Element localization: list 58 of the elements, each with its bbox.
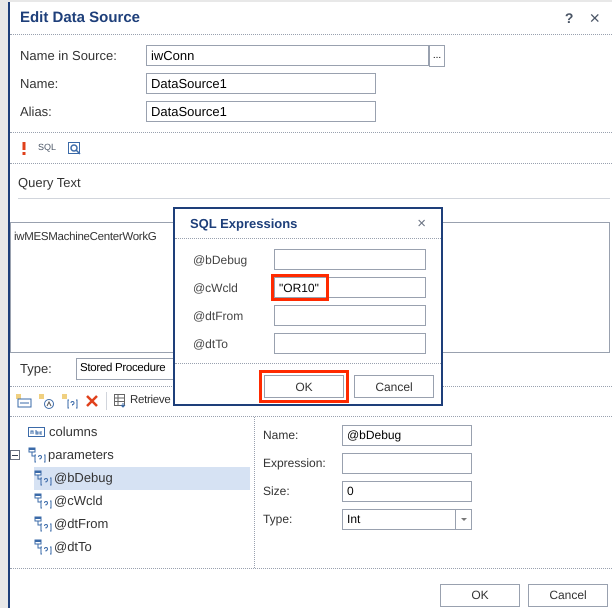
popup-title: SQL Expressions (190, 214, 298, 233)
browse-button[interactable]: ... (429, 44, 445, 66)
parameter-icon (34, 470, 52, 486)
sql-button[interactable]: SQL (38, 141, 56, 155)
type-label: Type: (20, 360, 53, 378)
expression-field[interactable]: "OR10" (274, 277, 426, 298)
field-label: Alias: (20, 102, 53, 121)
parameter-label: @dtTo (193, 336, 229, 352)
parameter-icon (34, 493, 52, 509)
collapse-toggle[interactable] (10, 450, 20, 460)
text-field[interactable]: DataSource1 (146, 73, 376, 94)
property-label: Type: (263, 511, 294, 528)
help-button[interactable]: ? (564, 8, 574, 28)
text-field[interactable]: DataSource1 (146, 101, 376, 122)
popup-button[interactable]: OK (264, 375, 344, 398)
dialog-button[interactable]: Cancel (528, 584, 608, 606)
highlight-frame (271, 274, 329, 301)
tree-item[interactable]: @cWcld (34, 490, 111, 512)
parameter-icon (34, 539, 52, 555)
parameter-icon (34, 516, 52, 532)
text-field[interactable]: 0 (342, 480, 472, 502)
parameter-label: @dtFrom (193, 308, 244, 324)
text-field[interactable] (342, 452, 472, 474)
type-select[interactable]: Int (342, 508, 472, 530)
tree-item[interactable]: columns (28, 420, 106, 444)
caret-icon (460, 518, 466, 520)
text-column-icon (28, 427, 45, 437)
add-parameter-icon[interactable] (62, 394, 78, 408)
tree-item[interactable]: @bDebug (34, 466, 250, 490)
parameter-icon (28, 447, 46, 463)
expression-field[interactable] (274, 333, 426, 354)
close-button[interactable]: × (417, 216, 426, 231)
field-label: Name: (20, 74, 60, 93)
property-label: Expression: (263, 455, 327, 472)
warning-icon[interactable] (22, 142, 26, 154)
add-column-icon[interactable] (16, 394, 32, 408)
table-icon (114, 394, 127, 408)
retrieve-button[interactable]: Retrieve (114, 392, 170, 410)
text-field[interactable]: @bDebug (342, 424, 472, 446)
dialog-button[interactable]: OK (440, 584, 520, 606)
property-label: Size: (263, 483, 291, 500)
tree-item[interactable]: @dtFrom (34, 512, 116, 536)
tree-item[interactable]: @dtTo (34, 536, 100, 558)
expression-field[interactable] (274, 249, 426, 270)
property-label: Name: (263, 427, 300, 444)
text-field[interactable]: iwConn (146, 45, 429, 66)
field-label: Name in Source: (20, 46, 118, 65)
window-title: Edit Data Source (20, 8, 142, 28)
delete-icon[interactable] (85, 394, 99, 408)
expression-field[interactable] (274, 305, 426, 326)
parameter-label: @bDebug (193, 252, 248, 268)
close-button[interactable]: × (589, 9, 600, 27)
parameter-label: @cWcld (193, 280, 239, 296)
tree-item[interactable]: parameters (28, 444, 122, 466)
section-heading: Query Text (18, 173, 610, 198)
magnifier-icon[interactable] (68, 142, 82, 154)
popup-button[interactable]: Cancel (354, 375, 434, 398)
add-calculated-column-icon[interactable] (39, 394, 55, 408)
